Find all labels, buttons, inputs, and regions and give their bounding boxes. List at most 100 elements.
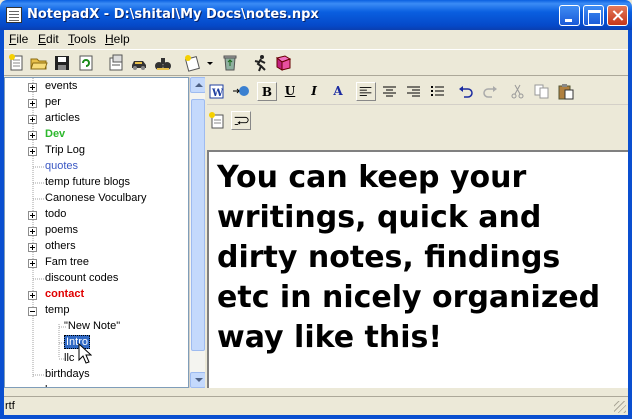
car-icon[interactable]: [130, 54, 148, 72]
bullet-list-icon[interactable]: [428, 82, 448, 101]
expand-icon[interactable]: [28, 115, 37, 124]
bold-button[interactable]: B: [257, 82, 277, 101]
expand-icon[interactable]: [28, 99, 37, 108]
open-folder-icon[interactable]: [30, 54, 48, 72]
cut-icon[interactable]: [508, 82, 528, 101]
align-right-icon[interactable]: [404, 82, 424, 101]
tree-item[interactable]: events: [5, 79, 188, 95]
status-bar: rtf: [4, 396, 628, 415]
expand-icon[interactable]: [28, 291, 37, 300]
scroll-up-button[interactable]: [190, 77, 206, 93]
tree-item-label: "New Note": [64, 320, 121, 332]
expand-icon[interactable]: [28, 387, 37, 388]
tree-item-label: kpmg: [45, 384, 72, 387]
tree-item[interactable]: Canonese Voculbary: [5, 191, 188, 207]
close-button[interactable]: [607, 5, 628, 26]
run-icon[interactable]: [251, 54, 269, 72]
align-center-icon[interactable]: [380, 82, 400, 101]
italic-button[interactable]: I: [304, 82, 324, 101]
word-wrap-icon[interactable]: [231, 111, 251, 130]
menu-tools-label: Tools: [68, 32, 97, 46]
tree-item[interactable]: articles: [5, 111, 188, 127]
expand-icon[interactable]: [28, 259, 37, 268]
window-frame-bottom: [0, 415, 632, 419]
tree-item[interactable]: quotes: [5, 159, 188, 175]
format-toolbar: W B U I A: [207, 77, 628, 105]
menu-bar: File Edit Tools Help: [0, 30, 632, 49]
expand-icon[interactable]: [28, 83, 37, 92]
align-left-icon[interactable]: [356, 82, 376, 101]
menu-help[interactable]: Help: [105, 32, 130, 46]
book-icon[interactable]: [274, 54, 292, 72]
maximize-button[interactable]: [583, 5, 604, 26]
collapse-icon[interactable]: [28, 307, 37, 316]
app-icon[interactable]: [6, 7, 22, 23]
format-toolbar-secondary: [207, 105, 628, 149]
menu-file-label: File: [9, 32, 29, 46]
tree-item-label: poems: [45, 224, 79, 236]
tree-item-label: discount codes: [45, 272, 119, 284]
note-editor[interactable]: You can keep your writings, quick and di…: [207, 150, 628, 388]
notes-tree[interactable]: events per articles Dev Trip Log quotes temp f…: [4, 77, 189, 388]
menu-edit[interactable]: Edit: [38, 32, 59, 46]
scroll-down-button[interactable]: [190, 372, 206, 388]
tree-item[interactable]: kpmg: [5, 383, 188, 388]
tree-item-label: others: [45, 240, 76, 252]
tree-item[interactable]: others: [5, 239, 188, 255]
refresh-icon[interactable]: [77, 54, 95, 72]
expand-icon[interactable]: [28, 147, 37, 156]
save-icon[interactable]: [53, 54, 71, 72]
word-icon[interactable]: W: [207, 82, 227, 101]
tree-item[interactable]: Dev: [5, 127, 188, 143]
binoculars-icon[interactable]: [154, 54, 172, 72]
tree-item[interactable]: temp: [5, 303, 188, 319]
recycle-icon[interactable]: [221, 54, 239, 72]
tree-item[interactable]: birthdays: [5, 367, 188, 383]
new-dropdown-icon[interactable]: [184, 54, 202, 72]
main-toolbar: [4, 49, 628, 76]
tree-item[interactable]: Intro: [5, 335, 188, 351]
tree-item[interactable]: per: [5, 95, 188, 111]
expand-icon[interactable]: [28, 227, 37, 236]
properties-icon[interactable]: [107, 54, 125, 72]
tree-item-label: articles: [45, 112, 80, 124]
expand-icon[interactable]: [28, 211, 37, 220]
paste-icon[interactable]: [556, 82, 576, 101]
tree-item[interactable]: Fam tree: [5, 255, 188, 271]
font-color-button[interactable]: A: [328, 82, 348, 101]
menu-tools[interactable]: Tools: [68, 32, 96, 46]
menu-file[interactable]: File: [9, 32, 28, 46]
window-frame-right: [628, 30, 632, 419]
tree-item[interactable]: poems: [5, 223, 188, 239]
tree-item[interactable]: "New Note": [5, 319, 188, 335]
note-properties-icon[interactable]: [207, 111, 227, 130]
tree-item[interactable]: discount codes: [5, 271, 188, 287]
redo-icon[interactable]: [480, 82, 500, 101]
scroll-thumb[interactable]: [191, 99, 205, 351]
copy-icon[interactable]: [532, 82, 552, 101]
undo-icon[interactable]: [456, 82, 476, 101]
insert-link-icon[interactable]: [231, 82, 251, 101]
chevron-down-icon[interactable]: [205, 54, 215, 72]
expand-icon[interactable]: [28, 243, 37, 252]
tree-item[interactable]: Trip Log: [5, 143, 188, 159]
tree-item-label: quotes: [45, 160, 79, 172]
tree-item[interactable]: temp future blogs: [5, 175, 188, 191]
new-note-icon[interactable]: [8, 54, 26, 72]
minimize-button[interactable]: [559, 5, 580, 26]
tree-item[interactable]: contact: [5, 287, 188, 303]
tree-item-label: llc: [64, 352, 75, 364]
tree-item[interactable]: llc: [5, 351, 188, 367]
svg-text:W: W: [211, 88, 224, 99]
resize-gripper[interactable]: [614, 401, 626, 413]
title-bar[interactable]: NotepadX - D:\shital\My Docs\notes.npx: [0, 0, 632, 30]
window-title: NotepadX - D:\shital\My Docs\notes.npx: [27, 7, 319, 22]
tree-scrollbar[interactable]: [189, 77, 206, 388]
menu-help-label: Help: [105, 32, 130, 46]
underline-button[interactable]: U: [280, 82, 300, 101]
note-content[interactable]: You can keep your writings, quick and di…: [217, 158, 617, 358]
tree-item[interactable]: todo: [5, 207, 188, 223]
expand-icon[interactable]: [28, 131, 37, 140]
menu-edit-label: Edit: [38, 32, 59, 46]
tree-item-label: Trip Log: [45, 144, 85, 156]
